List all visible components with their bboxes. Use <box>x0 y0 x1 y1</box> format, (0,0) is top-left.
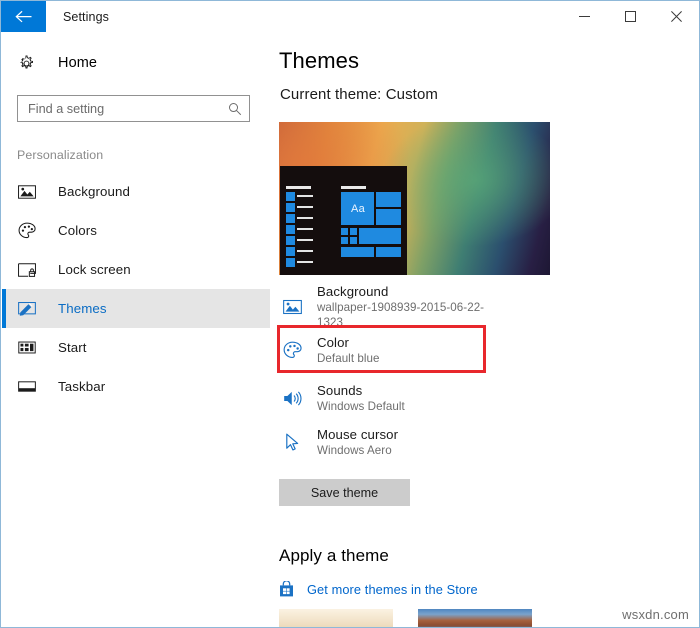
cursor-icon <box>279 433 305 452</box>
palette-icon <box>18 221 40 241</box>
sidebar: Home Personalization <box>2 32 270 627</box>
settings-row-title: Sounds <box>317 383 363 398</box>
preview-tile-wide <box>359 228 401 244</box>
preview-tile-small <box>341 237 348 244</box>
settings-row-text: Sounds Windows Default <box>305 383 405 414</box>
preview-list-line <box>297 239 313 241</box>
watermark: wsxdn.com <box>622 607 689 622</box>
store-bag-icon <box>279 581 296 597</box>
maximize-icon <box>624 11 636 22</box>
taskbar-icon <box>18 377 40 397</box>
settings-row-text: Background wallpaper-1908939-2015-06-22-… <box>305 284 509 330</box>
preview-list-square <box>286 203 295 212</box>
themes-brush-icon <box>18 299 40 319</box>
sidebar-item-taskbar[interactable]: Taskbar <box>2 367 270 406</box>
preview-tile-small <box>350 228 357 235</box>
theme-thumbnail-2[interactable] <box>418 609 532 627</box>
settings-row-subtitle: Windows Default <box>317 400 405 413</box>
settings-row-subtitle: Windows Aero <box>317 444 392 457</box>
get-more-themes-link-row[interactable]: Get more themes in the Store <box>279 581 478 597</box>
settings-row-title: Background <box>317 283 389 299</box>
preview-list-line <box>297 261 313 263</box>
theme-preview[interactable]: Aa <box>279 122 550 275</box>
gear-icon <box>18 55 40 72</box>
preview-list-square <box>286 192 295 201</box>
picture-icon <box>18 182 40 202</box>
preview-list-square <box>286 225 295 234</box>
settings-row-subtitle: wallpaper-1908939-2015-06-22-1323 <box>317 300 485 329</box>
settings-row-text: Color Default blue <box>305 335 379 366</box>
sidebar-item-themes[interactable]: Themes <box>2 289 270 328</box>
back-arrow-icon <box>15 10 32 23</box>
preview-bar <box>341 186 366 189</box>
sidebar-item-background[interactable]: Background <box>2 172 270 211</box>
preview-tile <box>376 209 401 225</box>
close-icon <box>670 11 682 22</box>
sidebar-section-label: Personalization <box>17 148 104 162</box>
settings-row-color[interactable]: Color Default blue <box>279 330 509 371</box>
sidebar-item-label: Background <box>58 184 130 199</box>
current-theme-label: Current theme: Custom <box>280 86 438 103</box>
settings-row-title: Mouse cursor <box>317 427 399 442</box>
settings-window: Settings Home Find a setting Personaliza… <box>0 0 700 628</box>
preview-tile-small <box>341 228 348 235</box>
preview-list-line <box>297 195 313 197</box>
title-bar: Settings <box>1 1 699 32</box>
preview-list-line <box>297 250 313 252</box>
preview-list-square <box>286 258 295 267</box>
settings-row-title: Color <box>317 335 350 350</box>
get-more-themes-link[interactable]: Get more themes in the Store <box>296 582 478 597</box>
preview-list-line <box>297 217 313 219</box>
preview-tile-wide <box>341 247 374 257</box>
page-title: Themes <box>279 48 360 73</box>
close-button[interactable] <box>653 1 699 32</box>
preview-list-square <box>286 214 295 223</box>
sidebar-nav: Background Colors Lock screen Themes Sta… <box>2 172 270 406</box>
picture-icon <box>279 299 305 315</box>
window-controls <box>561 1 699 32</box>
maximize-button[interactable] <box>607 1 653 32</box>
preview-bar <box>286 186 311 189</box>
apply-a-theme-heading: Apply a theme <box>279 546 389 565</box>
settings-row-mouse-cursor[interactable]: Mouse cursor Windows Aero <box>279 422 509 463</box>
search-input[interactable] <box>18 96 249 121</box>
speaker-icon <box>279 390 305 407</box>
preview-tile-wide <box>376 247 401 257</box>
back-button[interactable] <box>1 1 46 32</box>
preview-start-menu: Aa <box>280 166 407 275</box>
preview-list-line <box>297 206 313 208</box>
preview-list-line <box>297 228 313 230</box>
lock-screen-icon <box>18 260 40 280</box>
settings-row-sounds[interactable]: Sounds Windows Default <box>279 378 509 419</box>
search-box[interactable] <box>17 95 250 122</box>
minimize-icon <box>578 16 590 17</box>
sidebar-item-label: Lock screen <box>58 262 131 277</box>
preview-tile-text: Aa <box>351 203 366 215</box>
settings-row-text: Mouse cursor Windows Aero <box>305 427 398 458</box>
settings-row-background[interactable]: Background wallpaper-1908939-2015-06-22-… <box>279 284 509 330</box>
sidebar-item-start[interactable]: Start <box>2 328 270 367</box>
theme-thumbnail-1[interactable] <box>279 609 393 627</box>
sidebar-home-label: Home <box>58 55 98 71</box>
settings-row-subtitle: Default blue <box>317 352 380 365</box>
sidebar-item-home[interactable]: Home <box>2 46 270 80</box>
preview-tile <box>376 192 401 207</box>
sidebar-item-colors[interactable]: Colors <box>2 211 270 250</box>
palette-icon <box>279 341 305 360</box>
sidebar-item-lock-screen[interactable]: Lock screen <box>2 250 270 289</box>
sidebar-item-label: Start <box>58 340 87 355</box>
sidebar-item-label: Themes <box>58 301 107 316</box>
main-content: Themes Current theme: Custom Aa Backgrou… <box>270 32 699 627</box>
preview-tile-small <box>350 237 357 244</box>
preview-list-square <box>286 247 295 256</box>
window-title: Settings <box>63 9 109 24</box>
save-theme-button[interactable]: Save theme <box>279 479 410 506</box>
minimize-button[interactable] <box>561 1 607 32</box>
sidebar-item-label: Colors <box>58 223 98 238</box>
start-tiles-icon <box>18 338 40 358</box>
preview-list-square <box>286 236 295 245</box>
sidebar-item-label: Taskbar <box>58 379 106 394</box>
